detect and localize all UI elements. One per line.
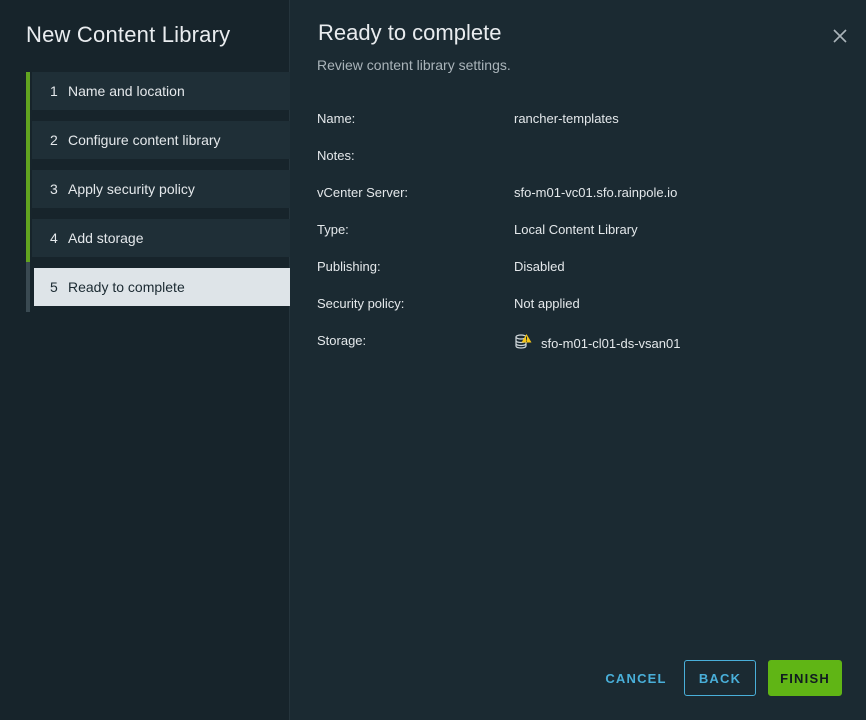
step-label: Ready to complete — [68, 279, 185, 295]
step-label: Add storage — [68, 230, 144, 246]
summary-row-vcenter: vCenter Server: sfo-m01-vc01.sfo.rainpol… — [317, 185, 837, 222]
step-number: 5 — [50, 279, 58, 295]
step-label: Apply security policy — [68, 181, 195, 197]
summary-key: Storage: — [317, 333, 367, 348]
step-configure-content-library[interactable]: 2 Configure content library — [26, 115, 290, 164]
step-add-storage[interactable]: 4 Add storage — [26, 213, 290, 262]
step-progress-bar — [26, 115, 30, 164]
wizard-title: New Content Library — [26, 22, 231, 47]
step-progress-bar — [26, 164, 30, 213]
summary-row-notes: Notes: — [317, 148, 837, 185]
back-button[interactable]: BACK — [684, 660, 756, 696]
summary-row-type: Type: Local Content Library — [317, 222, 837, 259]
wizard-sidebar: New Content Library 1 Name and location … — [0, 0, 290, 720]
page-title: Ready to complete — [318, 20, 502, 45]
summary-value: Disabled — [514, 259, 565, 274]
step-label: Name and location — [68, 83, 185, 99]
summary-key: vCenter Server: — [317, 185, 409, 200]
step-number: 3 — [50, 181, 58, 197]
settings-summary: Name: rancher-templates Notes: vCenter S… — [317, 111, 837, 370]
step-progress-bar — [26, 72, 30, 116]
step-progress-bar — [26, 262, 30, 312]
summary-key: Publishing: — [317, 259, 381, 274]
step-apply-security-policy[interactable]: 3 Apply security policy — [26, 164, 290, 213]
step-number: 1 — [50, 83, 58, 99]
summary-value: sfo-m01-vc01.sfo.rainpole.io — [514, 185, 678, 200]
summary-row-name: Name: rancher-templates — [317, 111, 837, 148]
step-progress-bar — [26, 213, 30, 262]
cancel-button[interactable]: CANCEL — [600, 660, 672, 696]
summary-value: rancher-templates — [514, 111, 619, 126]
summary-value: Local Content Library — [514, 222, 638, 237]
wizard-content: Ready to complete Review content library… — [291, 0, 866, 720]
summary-value: sfo-m01-cl01-ds-vsan01 — [514, 323, 680, 351]
close-icon[interactable] — [832, 28, 848, 44]
summary-row-publishing: Publishing: Disabled — [317, 259, 837, 296]
step-number: 2 — [50, 132, 58, 148]
finish-button[interactable]: FINISH — [768, 660, 842, 696]
summary-key: Notes: — [317, 148, 355, 163]
step-number: 4 — [50, 230, 58, 246]
summary-key: Type: — [317, 222, 349, 237]
summary-row-storage: Storage: sfo-m01-cl01-ds-vsan01 — [317, 333, 837, 370]
datastore-warning-icon — [515, 334, 532, 349]
step-ready-to-complete[interactable]: 5 Ready to complete — [26, 262, 290, 312]
wizard-steps: 1 Name and location 2 Configure content … — [26, 72, 290, 317]
summary-key: Name: — [317, 111, 356, 126]
storage-value: sfo-m01-cl01-ds-vsan01 — [541, 335, 681, 351]
summary-key: Security policy: — [317, 296, 405, 311]
page-subtitle: Review content library settings. — [317, 57, 511, 73]
summary-value: Not applied — [514, 296, 580, 311]
step-name-and-location[interactable]: 1 Name and location — [26, 72, 290, 116]
new-content-library-dialog: New Content Library 1 Name and location … — [0, 0, 866, 720]
step-label: Configure content library — [68, 132, 221, 148]
